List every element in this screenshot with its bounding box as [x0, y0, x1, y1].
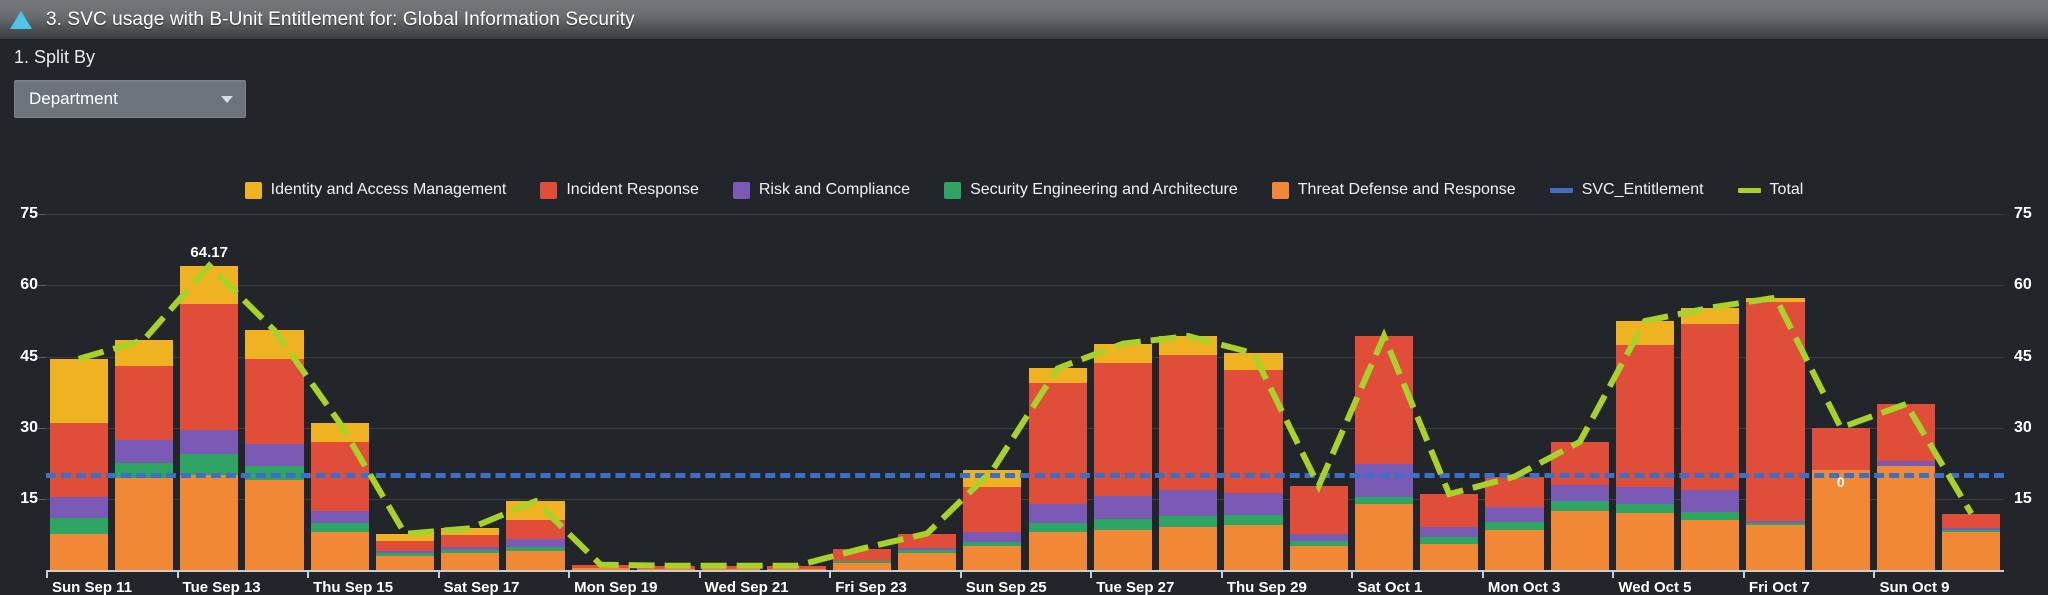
x-axis-label: Sun Sep 11	[52, 579, 133, 595]
x-axis-label: Mon Sep 19	[574, 579, 658, 595]
x-axis-label: Tue Sep 13	[182, 579, 261, 595]
legend-label: Incident Response	[566, 181, 699, 198]
legend-swatch-square	[732, 181, 750, 199]
legend-label: Risk and Compliance	[758, 181, 911, 198]
legend-swatch-line	[1549, 187, 1573, 193]
y-axis-tick-left: 15	[20, 489, 38, 507]
x-axis-label: Fri Oct 7	[1748, 579, 1810, 595]
legend-item[interactable]: Total	[1737, 181, 1804, 199]
y-axis-tick-left: 30	[20, 418, 38, 436]
bar-value-label: 0	[1836, 473, 1845, 490]
legend-swatch-square	[540, 181, 558, 199]
x-axis-tick	[829, 570, 832, 578]
legend-label: Security Engineering and Architecture	[970, 181, 1238, 198]
chevron-down-icon	[221, 95, 233, 103]
legend-swatch-line	[1737, 187, 1761, 193]
x-axis-rule	[46, 570, 2004, 572]
page-title: 3. SVC usage with B-Unit Entitlement for…	[46, 8, 635, 30]
total-line-overlay	[77, 261, 1974, 569]
y-axis-tick-mark	[37, 498, 46, 500]
x-axis-tick	[1612, 570, 1615, 578]
split-by-dropdown[interactable]: Department	[14, 80, 246, 118]
legend-swatch-square	[244, 181, 262, 199]
x-axis-tick	[1742, 570, 1745, 578]
split-by-value: Department	[29, 89, 118, 108]
legend-item[interactable]: SVC_Entitlement	[1549, 181, 1704, 199]
x-axis-tick	[568, 570, 571, 578]
triangle-up-icon	[10, 10, 32, 29]
y-axis-tick-right: 15	[2014, 489, 2032, 507]
x-axis-tick	[1481, 570, 1484, 578]
y-axis-tick-mark	[37, 285, 46, 287]
x-axis-tick	[437, 570, 440, 578]
x-axis-tick	[1090, 570, 1093, 578]
y-axis-tick-right: 75	[2014, 205, 2032, 223]
y-axis-tick-mark	[37, 356, 46, 358]
y-axis-tick-right: 45	[2014, 347, 2032, 365]
x-axis-tick	[1351, 570, 1354, 578]
x-axis-label: Tue Sep 27	[1096, 579, 1175, 595]
legend-label: Total	[1769, 181, 1804, 198]
x-axis-label: Mon Oct 3	[1487, 579, 1561, 595]
legend-item[interactable]: Incident Response	[540, 181, 699, 199]
panel-titlebar: 3. SVC usage with B-Unit Entitlement for…	[0, 0, 2048, 40]
x-axis-label: Sat Sep 17	[443, 579, 520, 595]
y-axis-tick-right: 30	[2014, 418, 2032, 436]
x-axis-tick	[176, 570, 179, 578]
x-axis-label: Thu Sep 29	[1226, 579, 1307, 595]
total-line	[77, 261, 1974, 569]
x-axis: Sun Sep 11 Tue Sep 13 Thu Sep 15 Sat Sep 17…	[46, 570, 2004, 595]
x-axis-tick	[1873, 570, 1876, 578]
legend-item[interactable]: Risk and Compliance	[732, 181, 911, 199]
chart-panel: 3. SVC usage with B-Unit Entitlement for…	[0, 0, 2048, 595]
legend-swatch-square	[1271, 181, 1289, 199]
split-by-label: 1. Split By	[14, 47, 96, 67]
legend-label: Threat Defense and Response	[1297, 181, 1516, 198]
legend-item[interactable]: Security Engineering and Architecture	[944, 181, 1238, 199]
legend-item[interactable]: Threat Defense and Response	[1271, 181, 1516, 199]
chart-legend: Identity and Access Management Incident R…	[0, 181, 2048, 199]
y-axis-tick-mark	[37, 427, 46, 429]
x-axis-label: Wed Sep 21	[704, 579, 789, 595]
x-axis-tick	[46, 570, 48, 578]
x-axis-tick	[1220, 570, 1223, 578]
legend-item[interactable]: Identity and Access Management	[244, 181, 507, 199]
y-axis-tick-left: 45	[20, 347, 38, 365]
legend-swatch-square	[944, 181, 962, 199]
x-axis-label: Thu Sep 15	[313, 579, 394, 595]
x-axis-label: Sat Oct 1	[1357, 579, 1423, 595]
x-axis-label: Fri Sep 23	[835, 579, 907, 595]
legend-label: SVC_Entitlement	[1581, 181, 1704, 198]
x-axis-tick	[307, 570, 310, 578]
x-axis-tick	[959, 570, 962, 578]
y-axis-tick-right: 60	[2014, 276, 2032, 294]
legend-label: Identity and Access Management	[270, 181, 507, 198]
x-axis-label: Sun Oct 9	[1879, 579, 1950, 595]
x-axis-label: Sun Sep 25	[965, 579, 1047, 595]
x-axis-label: Wed Oct 5	[1618, 579, 1692, 595]
y-axis-tick-left: 60	[20, 276, 38, 294]
split-by-control: 1. Split By Department	[14, 47, 246, 118]
x-axis-tick	[698, 570, 701, 578]
y-axis-tick-left: 75	[20, 205, 38, 223]
y-axis-tick-mark	[37, 214, 46, 216]
plot-area: 64.17 15 15 30 30 45 45 60 60 75 75 0	[20, 200, 2032, 570]
